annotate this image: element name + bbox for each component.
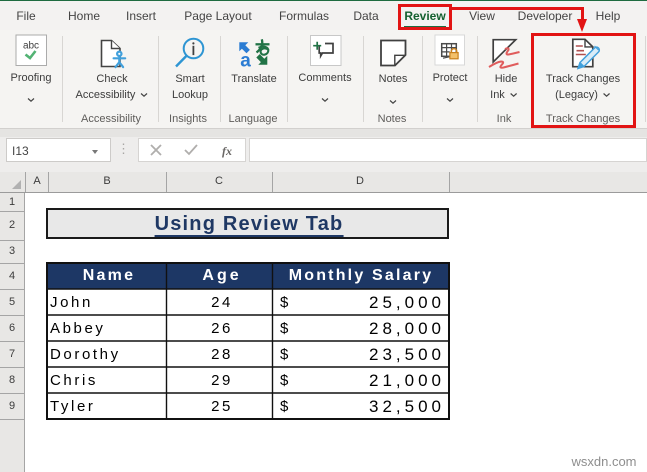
svg-text:abc: abc [23,41,39,52]
svg-text:a: a [240,51,251,72]
svg-text:fx: fx [222,144,232,158]
